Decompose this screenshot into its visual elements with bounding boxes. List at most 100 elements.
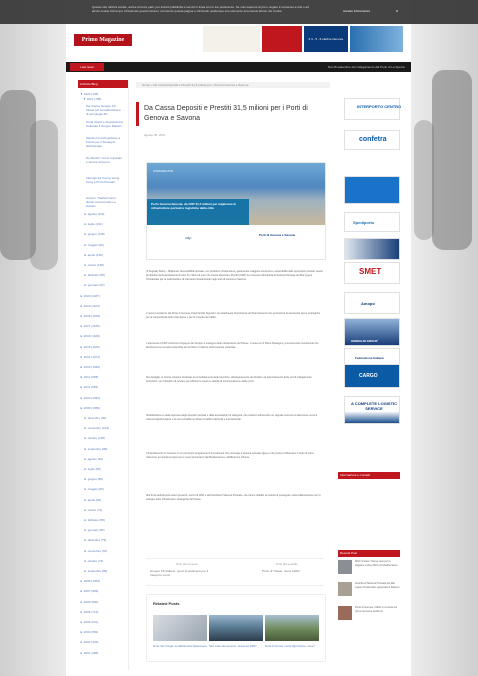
article-paragraph: Alla firma dell'accordo erano presenti i… — [146, 494, 321, 501]
archive-month-link[interactable]: ► febbraio (98) — [84, 273, 105, 277]
banner-ad-text: Il 4 - 5 - 6 ottobre Genova — [304, 26, 348, 52]
nav-last-news[interactable]: Last news — [70, 63, 104, 71]
cookie-text: Questo sito utilizza cookie, anche di te… — [92, 5, 309, 13]
ad-label: Spediporto — [353, 220, 375, 225]
right-sidebar: INTERPORTO CENTRO confetra Spediporto SM… — [338, 80, 404, 670]
archive-month-link[interactable]: ► novembre (104) — [84, 426, 109, 430]
archive-month-link[interactable]: ► gennaio (97) — [84, 283, 105, 287]
archive-month-link[interactable]: ► 2010 (1032) — [80, 396, 100, 400]
archive-month-link[interactable]: ► 2014 (1074) — [80, 355, 100, 359]
older-post-link[interactable]: Porto di Trieste, nuovi traffici — [262, 569, 322, 573]
archive-month-link[interactable]: ► 2019 (1103) — [80, 304, 100, 308]
recent-post-title[interactable]: Porto di Genova: traffici in crescita ne… — [355, 606, 400, 613]
archive-month-link[interactable]: ► 2005 (714) — [80, 610, 98, 614]
archive-month-link[interactable]: ► aprile (81) — [84, 498, 101, 502]
related-caption[interactable]: Ponte San Giorgio: la viabilità della Va… — [153, 645, 207, 649]
header-banner-ad[interactable]: Il 4 - 5 - 6 ottobre Genova — [203, 26, 403, 52]
archive-month-link[interactable]: ► luglio (95) — [84, 467, 101, 471]
cookie-accept-button[interactable]: Accetto informazioni — [343, 9, 370, 13]
archive-month-link[interactable]: ► settembre (86) — [84, 569, 107, 573]
archive-month-link[interactable]: ► 2016 (1169) — [80, 334, 100, 338]
cookie-close-button[interactable]: x — [396, 8, 398, 13]
archive-post-link[interactable]: Per Inwit e Gruppo FS, Intesa per la rea… — [86, 104, 124, 116]
archive-month-link[interactable]: ► ottobre (72) — [84, 559, 103, 563]
archive-month-link[interactable]: ► maggio (90) — [84, 243, 104, 247]
ad-confetra[interactable]: confetra — [344, 130, 400, 150]
article-paragraph: (Il Segnale Stato) – Migliorare l'access… — [146, 270, 323, 281]
related-thumb[interactable] — [209, 615, 263, 641]
archive-month-link[interactable]: ► marzo (71) — [84, 508, 102, 512]
article-date: agosto 05, 2021 — [144, 133, 166, 137]
recent-posts-heading: Recenti Post — [338, 550, 400, 557]
archive-month-link[interactable]: ► 2012 (958) — [80, 375, 98, 379]
newer-post-link[interactable]: Gruppo FS Italiane: nuovi investimenti p… — [150, 569, 220, 577]
news-ticker[interactable]: Dal 16 settembre del collegamento dal Po… — [328, 65, 405, 69]
archive-month-link[interactable]: ► aprile (125) — [84, 253, 103, 257]
article-title: Da Cassa Depositi e Prestiti 31,5 milion… — [144, 105, 308, 122]
ad-banner[interactable] — [344, 238, 400, 260]
archive-post-link[interactable]: Internati tra Trump, Hong Kong e Porto P… — [86, 176, 124, 184]
ad-smet[interactable]: SMET — [344, 262, 400, 284]
archive-month-link[interactable]: ► 2002 (425) — [80, 640, 98, 644]
archive-month-link[interactable]: ► 2006 (890) — [80, 600, 98, 604]
ad-spediporto[interactable]: Spediporto — [344, 212, 400, 232]
breadcrumb[interactable]: Home » Da Cassa Depositi e Prestiti 31,5… — [136, 82, 330, 88]
ad-cargo[interactable]: CARGO — [344, 364, 400, 388]
archive-month-link[interactable]: ► luglio (131) — [84, 222, 103, 226]
archive-post-link[interactable]: Omar Sherif e Associazione Culturale il … — [86, 120, 124, 128]
ad-logistic[interactable]: A COMPLETE LOGISTIC SERVICE — [344, 396, 400, 424]
archive-month-link[interactable]: ► giugno (128) — [84, 232, 105, 236]
archive-month-link[interactable]: ► maggio (66) — [84, 487, 104, 491]
archive-year[interactable]: ▼ 2022 (138) — [80, 92, 98, 96]
archive-month-link[interactable]: ► settembre (90) — [84, 447, 107, 451]
archive-month-link[interactable]: ► novembre (63) — [84, 549, 107, 553]
archive-month-link[interactable]: ► 2008 (1063) — [80, 579, 100, 583]
archive-month-link[interactable]: ► marzo (138) — [84, 263, 104, 267]
archive-post-link[interactable]: De Marchi: Come Imparare e servire al la… — [86, 156, 124, 164]
site-logo[interactable]: Primo Magazine — [74, 34, 132, 46]
archive-month-link[interactable]: ► ottobre (138) — [84, 436, 105, 440]
ad-label: CARGO — [359, 373, 378, 379]
archive-month-link[interactable]: ► dicembre (90) — [84, 416, 106, 420]
recent-post-item[interactable]: Autorità di Sistema Portuale del Mar Lig… — [338, 582, 400, 600]
related-thumb[interactable] — [265, 615, 319, 641]
ad-interporto[interactable]: INTERPORTO CENTRO — [344, 98, 401, 120]
recent-post-item[interactable]: Porto di Genova: traffici in crescita ne… — [338, 606, 400, 624]
archive-post-link[interactable]: Sandro Forti Presidente a Fondo per il S… — [86, 136, 124, 148]
archive-month-link[interactable]: ► 2017 (1126) — [80, 324, 100, 328]
archive-month-link[interactable]: ► 2020 (1187) — [80, 294, 100, 298]
ad-amopo[interactable]: Amopo — [344, 292, 400, 314]
archive-month-link[interactable]: ► giugno (86) — [84, 477, 103, 481]
ad-label: confetra — [359, 136, 387, 143]
ad-banner[interactable] — [344, 176, 400, 204]
related-caption[interactable]: Porto di Genova: nuova diga foranea, i l… — [265, 645, 319, 649]
archive-year[interactable]: ▼ 2021 (788) — [83, 97, 101, 101]
related-caption[interactable]: Navi sulla rotta del porto, ripresa dei … — [209, 645, 263, 649]
archive-month-link[interactable]: ► 2003 (582) — [80, 630, 98, 634]
article-main: Home » Da Cassa Depositi e Prestiti 31,5… — [136, 80, 330, 670]
archive-month-link[interactable]: ► 2013 (1096) — [80, 365, 100, 369]
article-hero-image: COMUNICATO Porto Genova-Savona, da CDP 3… — [146, 162, 326, 260]
title-accent — [136, 102, 139, 126]
archive-month-link[interactable]: ► 2018 (1078) — [80, 314, 100, 318]
recent-post-title[interactable]: MSC Cruises: Nuove navi per la stagione … — [355, 560, 400, 567]
archive-month-link[interactable]: ► 2011 (953) — [80, 385, 98, 389]
recent-post-item[interactable]: MSC Cruises: Nuove navi per la stagione … — [338, 560, 400, 578]
archive-month-link[interactable]: ► 2004 (631) — [80, 620, 98, 624]
related-posts-title: Related Posts — [153, 601, 180, 606]
article-paragraph: Soddisfazione è stata espressa dagli ope… — [146, 414, 318, 421]
ad-grimaldi[interactable]: GRIMALDI GROUP — [344, 318, 400, 346]
archive-month-link[interactable]: ► 2001 (288) — [80, 651, 98, 655]
archive-post-link[interactable]: Hamon: Trasferimento diretto tra Forti a… — [86, 196, 124, 208]
archive-month-link[interactable]: ► agosto (64) — [84, 457, 103, 461]
background-photo-figure — [432, 70, 472, 250]
archive-month-link[interactable]: ► 2015 (1105) — [80, 345, 100, 349]
recent-post-title[interactable]: Autorità di Sistema Portuale del Mar Lig… — [355, 582, 400, 589]
archive-month-link[interactable]: ► gennaio (82) — [84, 528, 105, 532]
archive-month-link[interactable]: ► 2007 (969) — [80, 589, 98, 593]
archive-month-link[interactable]: ► agosto (116) — [84, 212, 104, 216]
archive-month-link[interactable]: ► 2009 (1059) — [80, 406, 100, 410]
archive-month-link[interactable]: ► dicembre (79) — [84, 538, 106, 542]
archive-month-link[interactable]: ► febbraio (58) — [84, 518, 105, 522]
related-thumb[interactable] — [153, 615, 207, 641]
